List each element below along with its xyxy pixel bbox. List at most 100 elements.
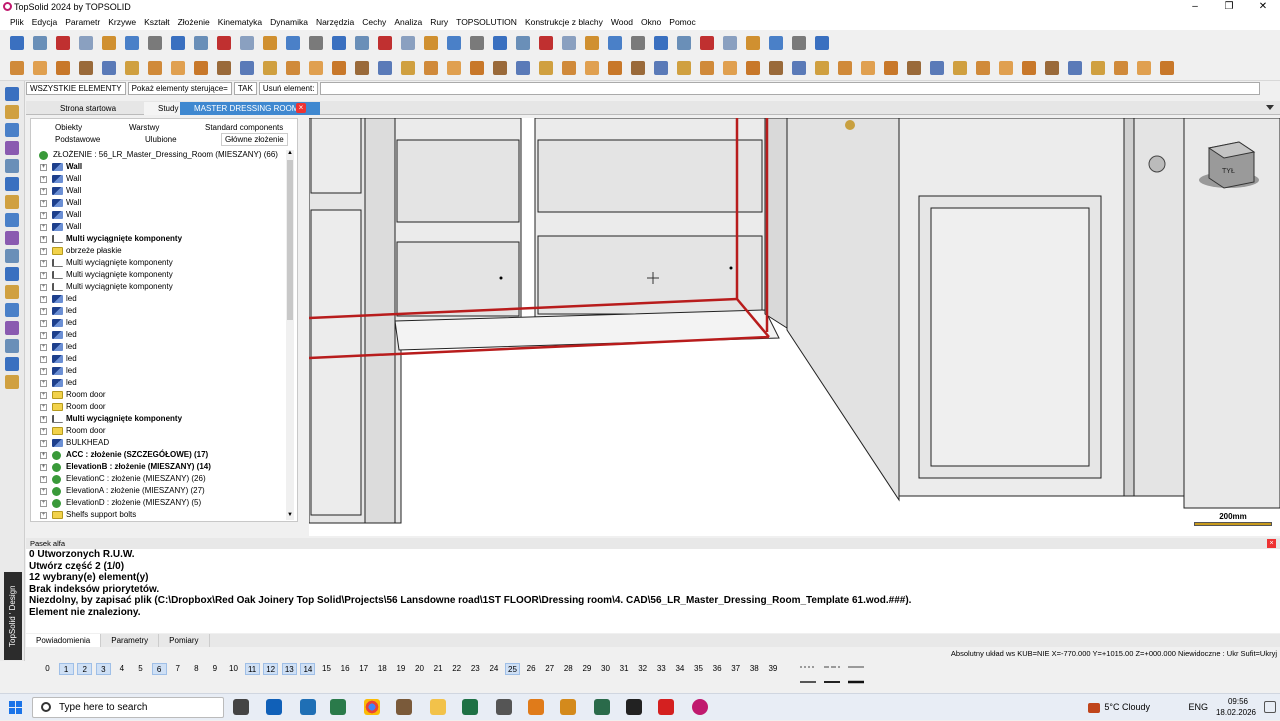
tree-item[interactable]: + led bbox=[35, 305, 295, 317]
toolbar-tool-icon[interactable] bbox=[493, 61, 507, 75]
layer-button[interactable]: 27 bbox=[542, 663, 557, 675]
layer-button[interactable]: 2 bbox=[77, 663, 93, 675]
tab-basic[interactable]: Podstawowe bbox=[55, 135, 100, 144]
expand-icon[interactable]: + bbox=[40, 296, 47, 303]
toolbar-tool-icon[interactable] bbox=[102, 36, 116, 50]
menu-item-kinematyka[interactable]: Kinematyka bbox=[218, 17, 262, 27]
toolbar-tool-icon[interactable] bbox=[516, 36, 530, 50]
left-tool-icon[interactable] bbox=[5, 303, 19, 317]
left-tool-icon[interactable] bbox=[5, 285, 19, 299]
topsolid-taskbar-icon[interactable] bbox=[692, 699, 708, 715]
toolbar-tool-icon[interactable] bbox=[447, 36, 461, 50]
menu-item-plik[interactable]: Plik bbox=[10, 17, 24, 27]
left-tool-icon[interactable] bbox=[5, 195, 19, 209]
toolbar-tool-icon[interactable] bbox=[953, 61, 967, 75]
toolbar-tool-icon[interactable] bbox=[447, 61, 461, 75]
toolbar-tool-icon[interactable] bbox=[838, 61, 852, 75]
tab-measurements[interactable]: Pomiary bbox=[159, 634, 210, 647]
layer-button[interactable]: 38 bbox=[747, 663, 762, 675]
layer-button[interactable]: 30 bbox=[598, 663, 613, 675]
store-icon[interactable] bbox=[266, 699, 282, 715]
expand-icon[interactable]: + bbox=[40, 404, 47, 411]
tree-item[interactable]: + BULKHEAD bbox=[35, 437, 295, 449]
toolbar-tool-icon[interactable] bbox=[677, 36, 691, 50]
left-tool-icon[interactable] bbox=[5, 231, 19, 245]
tree-item[interactable]: + Multi wyciągnięte komponenty bbox=[35, 413, 295, 425]
expand-icon[interactable]: + bbox=[40, 488, 47, 495]
layer-button[interactable]: 6 bbox=[151, 663, 167, 675]
task-view-icon[interactable] bbox=[233, 699, 249, 715]
layer-button[interactable]: 16 bbox=[338, 663, 353, 675]
left-tool-icon[interactable] bbox=[5, 87, 19, 101]
toolbar-tool-icon[interactable] bbox=[700, 36, 714, 50]
toolbar-tool-icon[interactable] bbox=[792, 61, 806, 75]
toolbar-tool-icon[interactable] bbox=[309, 61, 323, 75]
toolbar-tool-icon[interactable] bbox=[1114, 61, 1128, 75]
expand-icon[interactable]: + bbox=[40, 464, 47, 471]
toolbar-tool-icon[interactable] bbox=[1068, 61, 1082, 75]
toolbar-tool-icon[interactable] bbox=[930, 61, 944, 75]
toolbar-tool-icon[interactable] bbox=[1091, 61, 1105, 75]
menu-item-rury[interactable]: Rury bbox=[430, 17, 448, 27]
left-tool-icon[interactable] bbox=[5, 141, 19, 155]
chrome-icon[interactable] bbox=[364, 699, 380, 715]
app4-icon[interactable] bbox=[528, 699, 544, 715]
left-tool-icon[interactable] bbox=[5, 267, 19, 281]
toolbar-tool-icon[interactable] bbox=[79, 61, 93, 75]
taskbar-search[interactable]: Type here to search bbox=[32, 697, 224, 718]
tree-item[interactable]: + Wall bbox=[35, 197, 295, 209]
left-tool-icon[interactable] bbox=[5, 213, 19, 227]
layer-button[interactable]: 11 bbox=[244, 663, 260, 675]
expand-icon[interactable]: + bbox=[40, 392, 47, 399]
tree-item[interactable]: + Shelfs support bolts bbox=[35, 509, 295, 521]
toolbar-tool-icon[interactable] bbox=[401, 61, 415, 75]
toolbar-tool-icon[interactable] bbox=[1045, 61, 1059, 75]
toolbar-tool-icon[interactable] bbox=[723, 36, 737, 50]
alpha-close-icon[interactable]: × bbox=[1267, 539, 1276, 548]
layer-button[interactable]: 31 bbox=[617, 663, 632, 675]
left-tool-icon[interactable] bbox=[5, 249, 19, 263]
layer-button[interactable]: 26 bbox=[524, 663, 539, 675]
tab-main-assembly[interactable]: Główne złożenie bbox=[221, 133, 288, 146]
toolbar-tool-icon[interactable] bbox=[815, 61, 829, 75]
toolbar-tool-icon[interactable] bbox=[263, 36, 277, 50]
layer-button[interactable]: 24 bbox=[486, 663, 501, 675]
close-tab-icon[interactable]: × bbox=[296, 103, 306, 113]
language-indicator[interactable]: ENG bbox=[1188, 702, 1208, 712]
tree-root[interactable]: ZŁOŻENIE : 56_LR_Master_Dressing_Room (M… bbox=[35, 149, 295, 161]
layer-button[interactable]: 15 bbox=[319, 663, 334, 675]
show-controls-value[interactable]: TAK bbox=[233, 82, 257, 95]
expand-icon[interactable]: + bbox=[40, 356, 47, 363]
expand-icon[interactable]: + bbox=[40, 212, 47, 219]
toolbar-tool-icon[interactable] bbox=[884, 61, 898, 75]
toolbar-tool-icon[interactable] bbox=[677, 61, 691, 75]
toolbar-tool-icon[interactable] bbox=[424, 61, 438, 75]
menu-item-z-o-enie[interactable]: Złożenie bbox=[178, 17, 210, 27]
tree-item[interactable]: + Room door bbox=[35, 425, 295, 437]
tree-item[interactable]: + ElevationD : złożenie (MIESZANY) (5) bbox=[35, 497, 295, 509]
tab-layers[interactable]: Warstwy bbox=[129, 123, 159, 132]
clock-time[interactable]: 09:56 bbox=[1228, 697, 1248, 706]
toolbar-tool-icon[interactable] bbox=[217, 36, 231, 50]
menu-item-topsolution[interactable]: TOPSOLUTION bbox=[456, 17, 517, 27]
expand-icon[interactable]: + bbox=[40, 272, 47, 279]
toolbar-tool-icon[interactable] bbox=[1160, 61, 1174, 75]
tree-item[interactable]: + Wall bbox=[35, 221, 295, 233]
toolbar-tool-icon[interactable] bbox=[769, 36, 783, 50]
app3-icon[interactable] bbox=[496, 699, 512, 715]
app6-icon[interactable] bbox=[626, 699, 642, 715]
menu-item-okno[interactable]: Okno bbox=[641, 17, 661, 27]
expand-icon[interactable]: + bbox=[40, 176, 47, 183]
menu-item-krzywe[interactable]: Krzywe bbox=[108, 17, 136, 27]
layer-button[interactable]: 18 bbox=[375, 663, 390, 675]
menu-item-pomoc[interactable]: Pomoc bbox=[669, 17, 695, 27]
tab-parameters[interactable]: Parametry bbox=[101, 634, 160, 647]
expand-icon[interactable]: + bbox=[40, 260, 47, 267]
toolbar-tool-icon[interactable] bbox=[217, 61, 231, 75]
tree-item[interactable]: + Multi wyciągnięte komponenty bbox=[35, 281, 295, 293]
menu-item-konstrukcje-z-blachy[interactable]: Konstrukcje z blachy bbox=[525, 17, 603, 27]
toolbar-tool-icon[interactable] bbox=[286, 61, 300, 75]
toolbar-tool-icon[interactable] bbox=[125, 36, 139, 50]
layer-button[interactable]: 4 bbox=[114, 663, 129, 675]
toolbar-tool-icon[interactable] bbox=[33, 61, 47, 75]
